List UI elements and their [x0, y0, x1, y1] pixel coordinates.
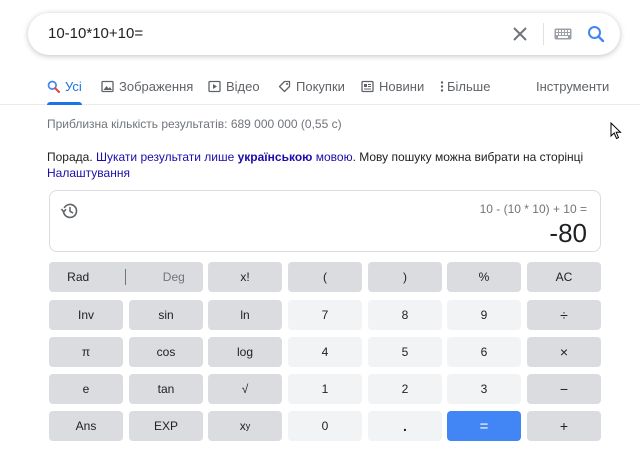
video-icon	[208, 80, 221, 93]
digit-6-button[interactable]: 6	[447, 337, 521, 367]
close-icon	[513, 27, 527, 41]
power-exponent: y	[245, 421, 251, 431]
digit-8-button[interactable]: 8	[368, 300, 442, 330]
tab-shopping[interactable]: Покупки	[278, 68, 345, 104]
search-icon	[588, 26, 605, 43]
tab-label: Новини	[379, 78, 425, 94]
digit-1-button[interactable]: 1	[288, 374, 362, 404]
tip-middle: . Мову пошуку можна вибрати на сторінці	[352, 150, 584, 164]
digit-9-button[interactable]: 9	[447, 300, 521, 330]
search-bar[interactable]: 10-10*10+10=	[28, 13, 620, 55]
search-in-language-link[interactable]: Шукати результати лише українською мовою	[96, 150, 353, 164]
rad-button[interactable]: Rad	[67, 270, 89, 284]
tab-images[interactable]: Зображення	[101, 68, 193, 104]
link-text-end: мовою	[312, 150, 353, 164]
sin-button[interactable]: sin	[129, 300, 203, 330]
deg-button[interactable]: Deg	[163, 270, 185, 284]
sqrt-button[interactable]: √	[208, 374, 282, 404]
rad-deg-toggle[interactable]: Rad Deg	[49, 262, 203, 292]
digit-5-button[interactable]: 5	[368, 337, 442, 367]
search-tabs: Усі Зображення Відео Покупки Новини Біль…	[0, 68, 640, 105]
tab-video[interactable]: Відео	[208, 68, 260, 104]
tan-button[interactable]: tan	[129, 374, 203, 404]
factorial-button[interactable]: x!	[208, 262, 282, 292]
search-input[interactable]: 10-10*10+10=	[48, 13, 143, 55]
power-button[interactable]: xy	[208, 411, 282, 441]
plus-button[interactable]: +	[527, 411, 601, 441]
minus-button[interactable]: −	[527, 374, 601, 404]
search-icon	[47, 80, 60, 93]
tip-prefix: Порада.	[47, 150, 96, 164]
divide-button[interactable]: ÷	[527, 300, 601, 330]
inverse-button[interactable]: Inv	[49, 300, 123, 330]
search-bar-divider	[543, 23, 544, 45]
equals-button[interactable]: =	[447, 411, 521, 441]
exp-button[interactable]: EXP	[129, 411, 203, 441]
calculator-expression: 10 - (10 * 10) + 10 =	[479, 202, 587, 216]
cos-button[interactable]: cos	[129, 337, 203, 367]
calculator-result: -80	[549, 218, 587, 248]
pi-button[interactable]: π	[49, 337, 123, 367]
tab-all[interactable]: Усі	[47, 68, 82, 105]
language-tip: Порада. Шукати результати лише українськ…	[47, 149, 607, 181]
ln-button[interactable]: ln	[208, 300, 282, 330]
multiply-button[interactable]: ×	[527, 337, 601, 367]
right-paren-button[interactable]: )	[368, 262, 442, 292]
tag-icon	[278, 80, 291, 93]
more-vert-icon	[440, 80, 444, 93]
tab-label: Усі	[65, 78, 82, 94]
calculator-display: 10 - (10 * 10) + 10 = -80	[49, 190, 601, 252]
left-paren-button[interactable]: (	[288, 262, 362, 292]
euler-button[interactable]: e	[49, 374, 123, 404]
mouse-cursor-icon	[610, 121, 622, 145]
digit-7-button[interactable]: 7	[288, 300, 362, 330]
news-icon	[361, 80, 374, 93]
digit-2-button[interactable]: 2	[368, 374, 442, 404]
tab-label: Покупки	[296, 78, 345, 94]
clear-all-button[interactable]: AC	[527, 262, 601, 292]
tools-button[interactable]: Інструменти	[536, 68, 609, 104]
digit-3-button[interactable]: 3	[447, 374, 521, 404]
history-icon	[60, 203, 78, 219]
answer-button[interactable]: Ans	[49, 411, 123, 441]
log-button[interactable]: log	[208, 337, 282, 367]
percent-button[interactable]: %	[447, 262, 521, 292]
keyboard-icon	[554, 28, 572, 40]
digit-0-button[interactable]: 0	[288, 411, 362, 441]
virtual-keyboard-button[interactable]	[551, 22, 575, 46]
tab-news[interactable]: Новини	[361, 68, 424, 104]
image-icon	[101, 80, 114, 93]
rad-deg-separator	[125, 269, 127, 285]
clear-button[interactable]	[508, 22, 532, 46]
tab-label: Зображення	[119, 78, 194, 94]
tab-label: Відео	[226, 78, 260, 94]
link-text: Шукати результати лише	[96, 150, 238, 164]
decimal-point-button[interactable]: .	[368, 411, 442, 441]
tools-label: Інструменти	[536, 78, 610, 94]
link-language: українською	[237, 150, 313, 164]
tab-more[interactable]: Більше	[440, 68, 490, 104]
search-button[interactable]	[584, 22, 608, 46]
digit-4-button[interactable]: 4	[288, 337, 362, 367]
settings-link[interactable]: Налаштування	[47, 166, 130, 180]
tab-label: Більше	[447, 78, 491, 94]
history-button[interactable]	[60, 201, 80, 221]
result-stats: Приблизна кількість результатів: 689 000…	[47, 117, 342, 131]
